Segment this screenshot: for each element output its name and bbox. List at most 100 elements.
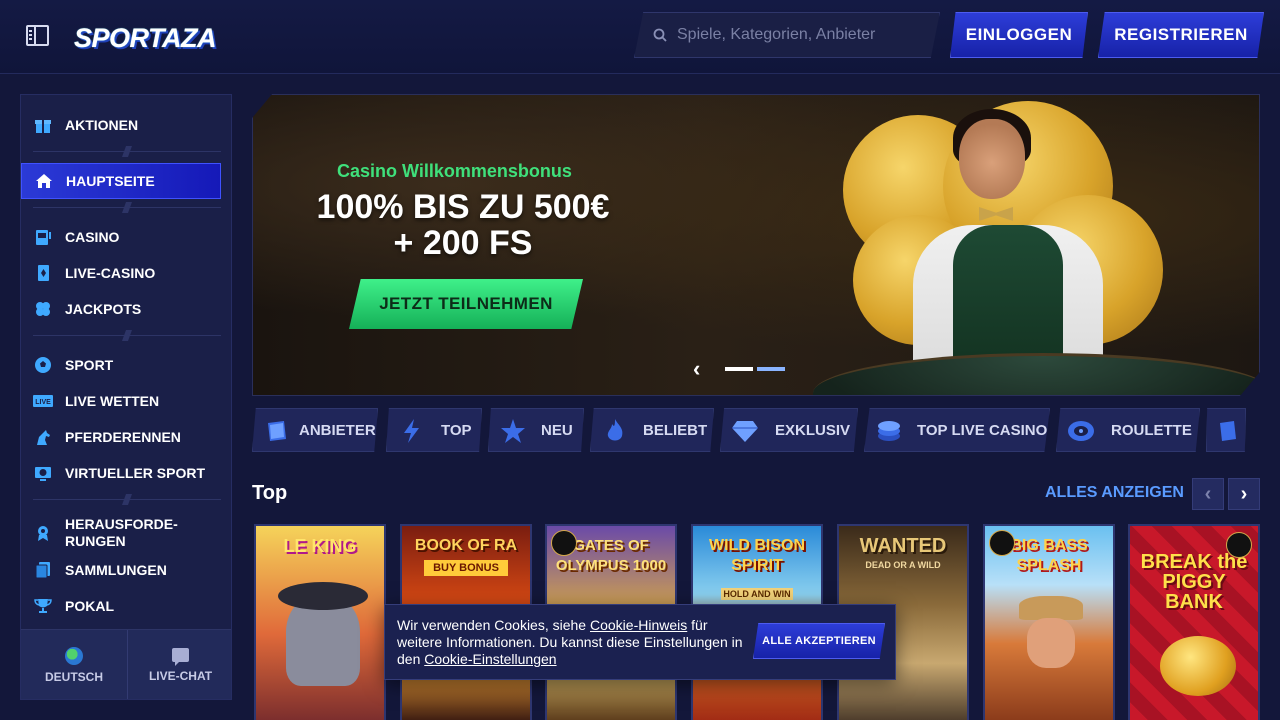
roulette-icon — [1067, 418, 1095, 444]
search-input[interactable] — [677, 13, 927, 57]
cookie-consent-banner: Wir verwenden Cookies, siehe Cookie-Hinw… — [384, 604, 896, 680]
promo-banner[interactable]: Casino Willkommensbonus 100% BIS ZU 500€… — [252, 94, 1260, 396]
cookie-notice-link[interactable]: Cookie-Hinweis — [590, 617, 687, 633]
category-more[interactable] — [1206, 408, 1246, 452]
sidebar-footer: DEUTSCH LIVE-CHAT — [21, 629, 231, 699]
sidebar-item-pokal[interactable]: POKAL — [21, 588, 221, 624]
sidebar-toggle-icon[interactable] — [26, 25, 49, 46]
banner-dot-2[interactable] — [757, 367, 785, 371]
sidebar-item-sport[interactable]: SPORT — [21, 347, 221, 383]
sidebar-item-label: CASINO — [65, 228, 120, 245]
game-title: WILD BISON SPIRIT — [709, 537, 805, 574]
category-label: ANBIETER — [299, 421, 376, 439]
category-exklusiv[interactable]: EXKLUSIV — [720, 408, 858, 452]
sidebar-item-label: AKTIONEN — [65, 116, 139, 133]
banner-dot-1[interactable] — [725, 367, 753, 371]
login-button[interactable]: EINLOGGEN — [950, 12, 1088, 58]
sidebar-item-label: SPORT — [65, 356, 114, 373]
sidebar-item-label: PFERDERENNEN — [65, 428, 181, 445]
sidebar-item-aktionen[interactable]: AKTIONEN — [21, 107, 221, 143]
cookie-settings-link[interactable]: Cookie-Einstellungen — [424, 651, 556, 667]
banner-title: 100% BIS ZU 500€ + 200 FS — [313, 189, 613, 261]
svg-text:LIVE: LIVE — [35, 399, 51, 406]
category-beliebt[interactable]: BELIEBT — [590, 408, 714, 452]
sidebar-item-virtueller-sport[interactable]: VIRTUELLER SPORT — [21, 455, 221, 491]
sidebar-item-live-wetten[interactable]: LIVE LIVE WETTEN — [21, 383, 221, 419]
sidebar-item-label: POKAL — [65, 597, 114, 614]
language-button[interactable]: DEUTSCH — [21, 630, 127, 699]
sidebar-item-pferderennen[interactable]: PFERDERENNEN — [21, 419, 221, 455]
chips-icon — [875, 418, 903, 444]
game-subtitle: HOLD AND WIN — [721, 588, 793, 600]
cookie-text: Wir verwenden Cookies, siehe Cookie-Hinw… — [397, 617, 747, 668]
accept-all-cookies-button[interactable]: ALLE AKZEPTIEREN — [753, 623, 885, 659]
sidebar-divider — [33, 151, 221, 152]
sidebar-item-sammlungen[interactable]: SAMMLUNGEN — [21, 552, 221, 588]
sidebar-item-jackpots[interactable]: JACKPOTS — [21, 291, 221, 327]
sidebar-item-label: JACKPOTS — [65, 300, 142, 317]
sidebar-item-label: LIVE-CASINO — [65, 264, 156, 281]
logo-text: SPORTAZA — [74, 23, 217, 53]
home-icon — [34, 171, 54, 191]
banner-subtitle: Casino Willkommensbonus — [337, 161, 572, 181]
virtual-sport-icon — [33, 463, 53, 483]
category-label: ROULETTE — [1111, 421, 1192, 439]
category-label: TOP LIVE CASINO — [917, 421, 1048, 439]
search-icon — [653, 28, 667, 42]
sidebar-divider — [33, 499, 221, 500]
sidebar-item-live-casino[interactable]: LIVE-CASINO — [21, 255, 221, 291]
sidebar: AKTIONEN HAUPTSEITE CASINO LIVE-CASINO J… — [20, 94, 232, 700]
game-title: WANTED — [859, 535, 947, 557]
game-card[interactable]: BIG BASS SPLASH — [983, 524, 1115, 720]
sidebar-item-label: SAMMLUNGEN — [65, 561, 167, 578]
game-title: BOOK OF RA — [414, 537, 518, 554]
game-character-hair — [278, 582, 368, 610]
sidebar-item-herausforderungen[interactable]: HERAUSFORDE- RUNGEN — [21, 511, 221, 555]
game-subtitle: DEAD OR A WILD — [865, 560, 941, 570]
sidebar-item-hauptseite[interactable]: HAUPTSEITE — [21, 163, 221, 199]
trophy-icon — [33, 596, 53, 616]
football-icon — [33, 355, 53, 375]
language-label: DEUTSCH — [44, 669, 103, 684]
game-card[interactable]: BREAK the PIGGY BANK — [1128, 524, 1260, 720]
banner-title-line2: + 200 FS — [393, 224, 533, 262]
sidebar-item-casino[interactable]: CASINO — [21, 219, 221, 255]
category-anbieter[interactable]: ANBIETER — [252, 408, 378, 452]
sidebar-item-label: HAUPTSEITE — [66, 172, 155, 189]
category-label: NEU — [541, 421, 573, 439]
clover-icon — [33, 299, 53, 319]
category-roulette[interactable]: ROULETTE — [1056, 408, 1200, 452]
game-card[interactable]: LE KING — [254, 524, 386, 720]
cookie-text-part: Wir verwenden Cookies, siehe — [397, 617, 590, 633]
chat-icon — [172, 647, 189, 666]
search-box[interactable] — [634, 12, 940, 58]
book-icon — [263, 418, 291, 444]
flame-icon — [601, 418, 629, 444]
register-button[interactable]: REGISTRIEREN — [1098, 12, 1264, 58]
game-title: LE KING — [283, 536, 357, 556]
dealer-head — [959, 119, 1025, 199]
lightning-icon — [397, 418, 425, 444]
join-now-button[interactable]: JETZT TEILNEHMEN — [349, 279, 583, 329]
category-top[interactable]: TOP — [386, 408, 482, 452]
drops-wins-badge — [551, 530, 577, 556]
star-icon — [499, 418, 527, 444]
game-subtitle: BUY BONUS — [424, 560, 508, 576]
live-chat-button[interactable]: LIVE-CHAT — [127, 630, 231, 699]
sidebar-item-label: VIRTUELLER SPORT — [65, 464, 206, 481]
logo[interactable]: SPORTAZA — [74, 12, 217, 62]
carousel-prev-button[interactable]: ‹ — [1192, 478, 1224, 510]
banner-prev-arrow[interactable]: ‹ — [693, 358, 709, 380]
category-top-live-casino[interactable]: TOP LIVE CASINO — [864, 408, 1050, 452]
diamond-icon — [731, 418, 759, 444]
piggy-bank-icon — [1160, 636, 1236, 696]
see-all-link[interactable]: ALLES ANZEIGEN — [1045, 484, 1184, 502]
category-neu[interactable]: NEU — [488, 408, 584, 452]
carousel-next-button[interactable]: › — [1228, 478, 1260, 510]
live-icon: LIVE — [33, 391, 53, 411]
globe-icon — [65, 646, 83, 665]
casino-table — [813, 353, 1259, 395]
category-label: TOP — [441, 421, 472, 439]
drops-wins-badge — [989, 530, 1015, 556]
gift-icon — [33, 115, 53, 135]
